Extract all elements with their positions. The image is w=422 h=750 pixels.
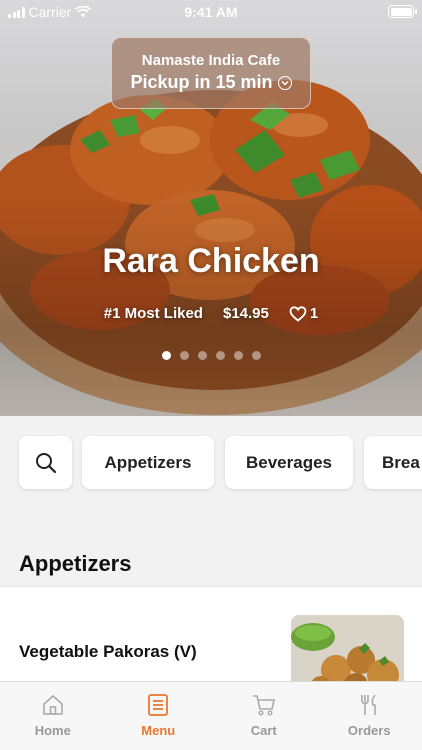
featured-dish-meta: #1 Most Liked $14.95 1 (0, 305, 422, 322)
status-bar: Carrier 9:41 AM (0, 0, 422, 24)
tab-home-label: Home (34, 723, 71, 738)
carousel-dot[interactable] (197, 351, 207, 360)
featured-dish-name: Rara Chicken (102, 242, 320, 280)
tab-home[interactable]: Home (0, 682, 106, 750)
search-icon (35, 452, 56, 473)
menu-item-image (291, 615, 404, 686)
menu-icon (148, 694, 169, 716)
clock: 9:41 AM (184, 4, 238, 20)
orders-icon (361, 694, 377, 715)
search-button[interactable] (19, 436, 72, 489)
category-breads[interactable]: Brea (364, 436, 422, 489)
heart-icon (289, 305, 307, 322)
tab-cart[interactable]: Cart (211, 682, 317, 750)
battery-icon (388, 5, 417, 18)
carousel-page-indicator[interactable] (0, 351, 422, 360)
pickup-time: Pickup in 15 min (130, 72, 273, 92)
menu-item-name: Vegetable Pakoras (V) (19, 642, 197, 661)
category-beverages[interactable]: Beverages (225, 436, 353, 489)
hero-banner[interactable]: Carrier 9:41 AM Namaste India Cafe Picku… (0, 0, 422, 416)
restaurant-selector[interactable]: Namaste India Cafe Pickup in 15 min (111, 37, 311, 109)
cart-icon (252, 695, 275, 716)
carousel-dot[interactable] (251, 351, 261, 360)
tab-bar: Home Menu Cart Orders (0, 681, 422, 750)
chevron-down-icon (277, 75, 292, 90)
carousel-dot[interactable] (179, 351, 189, 360)
menu-list: Vegetable Pakoras (V) (0, 586, 422, 686)
carousel-dot[interactable] (161, 351, 171, 360)
like-button[interactable]: 1 (289, 305, 318, 322)
home-icon (42, 694, 63, 715)
tab-cart-label: Cart (250, 723, 277, 738)
tab-orders-label: Orders (347, 723, 391, 738)
restaurant-name: Namaste India Cafe (141, 52, 281, 69)
category-bar[interactable]: Appetizers Beverages Brea (0, 416, 422, 512)
tab-menu-label: Menu (141, 723, 176, 738)
tab-orders[interactable]: Orders (317, 682, 422, 750)
price-label: $14.95 (222, 305, 269, 322)
rank-label: #1 Most Liked (103, 305, 203, 322)
like-count: 1 (309, 305, 319, 322)
carousel-dot[interactable] (215, 351, 225, 360)
section-title: Appetizers (19, 551, 132, 576)
tab-menu[interactable]: Menu (106, 682, 212, 750)
category-appetizers[interactable]: Appetizers (82, 436, 214, 489)
carousel-dot[interactable] (233, 351, 243, 360)
